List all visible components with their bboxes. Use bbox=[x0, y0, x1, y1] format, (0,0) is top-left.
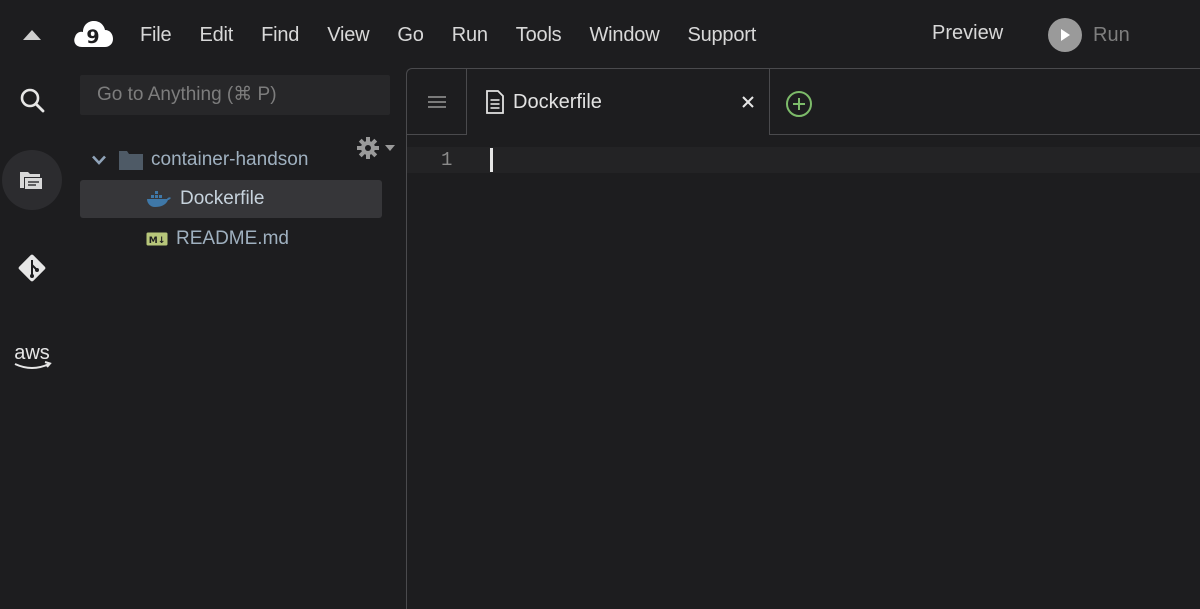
chevron-down-icon bbox=[385, 145, 395, 151]
docker-icon bbox=[146, 190, 172, 208]
file-tree-panel: container-handson Dockerfile M↓ README.m… bbox=[64, 70, 406, 609]
tab-label: Dockerfile bbox=[513, 90, 602, 113]
text-cursor bbox=[490, 148, 493, 172]
tab-menu-button[interactable] bbox=[407, 69, 467, 134]
rail-search-button[interactable] bbox=[2, 70, 62, 130]
cloud9-logo[interactable]: 9 bbox=[72, 17, 114, 51]
tree-file-dockerfile[interactable]: Dockerfile bbox=[80, 180, 382, 218]
tree-file-readme[interactable]: M↓ README.md bbox=[80, 220, 382, 258]
code-editor[interactable]: 1 bbox=[407, 135, 1200, 609]
caret-up-icon bbox=[23, 30, 41, 40]
go-to-anything-box bbox=[80, 75, 390, 115]
folder-icon bbox=[119, 151, 143, 170]
aws-icon: aws bbox=[14, 342, 52, 369]
close-icon[interactable] bbox=[737, 91, 759, 113]
tab-dockerfile[interactable]: Dockerfile bbox=[467, 69, 770, 135]
run-button[interactable]: Run bbox=[1048, 17, 1130, 53]
tree-file-label: Dockerfile bbox=[180, 188, 265, 209]
line-number: 1 bbox=[441, 149, 453, 171]
main-menu: File Edit Find View Go Run Tools Window … bbox=[126, 0, 770, 70]
chevron-down-icon bbox=[92, 155, 106, 165]
editor-pane: Dockerfile 1 bbox=[406, 68, 1200, 609]
menu-support[interactable]: Support bbox=[673, 24, 770, 47]
rail-git-button[interactable] bbox=[2, 238, 62, 298]
menu-run[interactable]: Run bbox=[438, 24, 502, 47]
search-icon bbox=[20, 88, 45, 113]
hamburger-icon bbox=[427, 95, 446, 108]
markdown-icon: M↓ bbox=[146, 231, 168, 247]
new-tab-button[interactable] bbox=[785, 90, 813, 118]
preview-button[interactable]: Preview bbox=[920, 22, 1015, 45]
menu-edit[interactable]: Edit bbox=[185, 24, 247, 47]
rail-aws-button[interactable]: aws bbox=[2, 326, 62, 386]
menu-tools[interactable]: Tools bbox=[502, 24, 576, 47]
run-button-label: Run bbox=[1093, 23, 1130, 46]
play-icon bbox=[1048, 18, 1082, 52]
git-icon bbox=[18, 254, 46, 282]
cloud9-logo-icon: 9 bbox=[74, 21, 113, 48]
menu-go[interactable]: Go bbox=[383, 24, 437, 47]
tree-root-folder[interactable]: container-handson bbox=[92, 141, 308, 179]
tree-settings-button[interactable] bbox=[356, 134, 400, 162]
aws-icon-label: aws bbox=[14, 342, 50, 364]
menu-find[interactable]: Find bbox=[247, 24, 313, 47]
menu-bar: 9 File Edit Find View Go Run Tools Windo… bbox=[0, 0, 1200, 70]
menu-file[interactable]: File bbox=[126, 24, 185, 47]
activity-rail: aws bbox=[0, 70, 64, 609]
menu-window[interactable]: Window bbox=[576, 24, 674, 47]
document-icon bbox=[485, 90, 505, 114]
collapse-menu-button[interactable] bbox=[14, 20, 50, 50]
gear-icon bbox=[357, 137, 379, 159]
active-line-highlight bbox=[407, 147, 1200, 173]
go-to-anything-input[interactable] bbox=[80, 75, 390, 115]
logo-digit: 9 bbox=[86, 26, 99, 48]
tab-bar: Dockerfile bbox=[407, 69, 1200, 135]
menu-view[interactable]: View bbox=[313, 24, 383, 47]
tree-root-folder-label: container-handson bbox=[151, 149, 309, 170]
files-icon bbox=[20, 172, 43, 190]
tree-file-label: README.md bbox=[176, 228, 289, 249]
markdown-badge: M↓ bbox=[149, 236, 166, 246]
plus-circle-icon bbox=[786, 91, 812, 117]
rail-files-button[interactable] bbox=[2, 150, 62, 210]
